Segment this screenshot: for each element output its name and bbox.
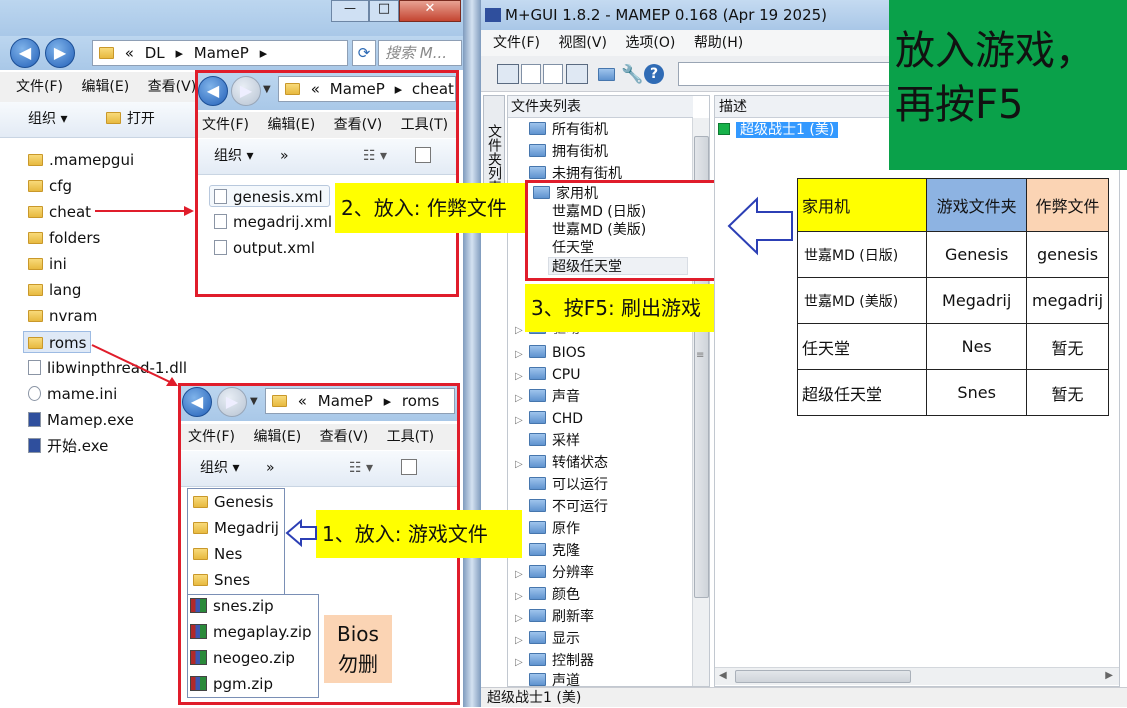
arrow-to-game-folders-icon [285, 518, 317, 548]
arrow-to-console-icon [727, 196, 793, 256]
blue-arrows [285, 196, 793, 548]
